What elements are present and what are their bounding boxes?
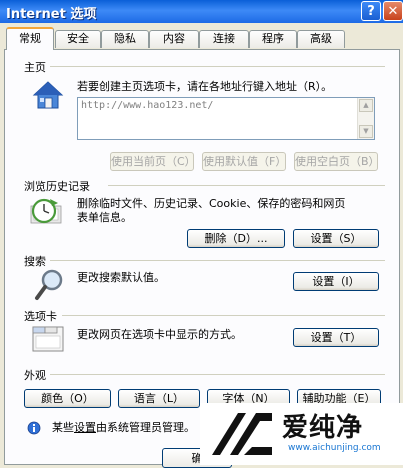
- tab-programs[interactable]: 程序: [249, 30, 297, 48]
- languages-button[interactable]: 语言（L）: [118, 389, 200, 408]
- home-icon: [32, 81, 64, 109]
- home-url-input[interactable]: [78, 98, 359, 139]
- tab-privacy[interactable]: 隐私: [101, 30, 149, 48]
- history-separator: [108, 185, 385, 186]
- tab-connections[interactable]: 连接: [199, 30, 249, 48]
- search-settings-button[interactable]: 设置（I）: [293, 272, 379, 291]
- history-heading: 浏览历史记录: [24, 180, 90, 193]
- scroll-down-icon[interactable]: ▼: [359, 125, 373, 138]
- appearance-separator: [50, 374, 385, 375]
- tab-advanced[interactable]: 高级: [297, 30, 345, 48]
- close-button[interactable]: ✕: [383, 1, 403, 21]
- tab-security[interactable]: 安全: [55, 30, 101, 48]
- home-separator: [50, 66, 385, 67]
- tabs-settings-button[interactable]: 设置（T）: [293, 328, 379, 347]
- home-heading: 主页: [24, 61, 46, 74]
- title-bar[interactable]: Internet 选项 ? ✕: [0, 0, 403, 23]
- use-current-button[interactable]: 使用当前页（C）: [110, 152, 196, 171]
- watermark: 爱纯净 www.aichunjing.com: [200, 403, 403, 465]
- watermark-brand: 爱纯净: [282, 413, 364, 443]
- home-description: 若要创建主页选项卡，请在各地址行键入地址（R）。: [77, 80, 333, 93]
- info-icon: [27, 421, 41, 435]
- tabs-heading: 选项卡: [24, 310, 57, 323]
- use-default-button[interactable]: 使用默认值（F）: [202, 152, 286, 171]
- history-description-line1: 删除临时文件、历史记录、Cookie、保存的密码和网页: [77, 197, 346, 210]
- search-icon: [35, 269, 63, 300]
- search-description: 更改搜索默认值。: [77, 271, 165, 284]
- scroll-up-icon[interactable]: ▲: [359, 99, 373, 112]
- settings-link[interactable]: 设置: [74, 421, 96, 434]
- delete-history-button[interactable]: 删除（D）...: [187, 229, 285, 248]
- search-separator: [50, 260, 385, 261]
- admin-note-suffix: 由系统管理员管理。: [96, 421, 195, 434]
- tab-content[interactable]: 内容: [149, 30, 199, 48]
- help-button[interactable]: ?: [361, 1, 381, 21]
- history-settings-button[interactable]: 设置（S）: [293, 229, 379, 248]
- tabs-icon: [32, 326, 64, 352]
- tabs-separator: [62, 315, 385, 316]
- history-icon: [30, 198, 62, 224]
- appearance-heading: 外观: [24, 369, 46, 382]
- url-scrollbar[interactable]: ▲ ▼: [357, 98, 374, 139]
- admin-note: 某些设置由系统管理员管理。: [52, 421, 195, 435]
- brand-logo-icon: [212, 413, 272, 455]
- watermark-url: www.aichunjing.com: [288, 443, 381, 453]
- tab-general[interactable]: 常规: [6, 27, 54, 50]
- search-heading: 搜索: [24, 255, 46, 268]
- admin-note-prefix: 某些: [52, 421, 74, 434]
- tabs-description: 更改网页在选项卡中显示的方式。: [77, 328, 242, 341]
- colors-button[interactable]: 颜色（O）: [24, 389, 111, 408]
- window-title: Internet 选项: [6, 7, 97, 22]
- home-url-box[interactable]: ▲ ▼: [77, 97, 375, 140]
- use-blank-button[interactable]: 使用空白页（B）: [294, 152, 380, 171]
- history-description-line2: 表单信息。: [77, 211, 132, 224]
